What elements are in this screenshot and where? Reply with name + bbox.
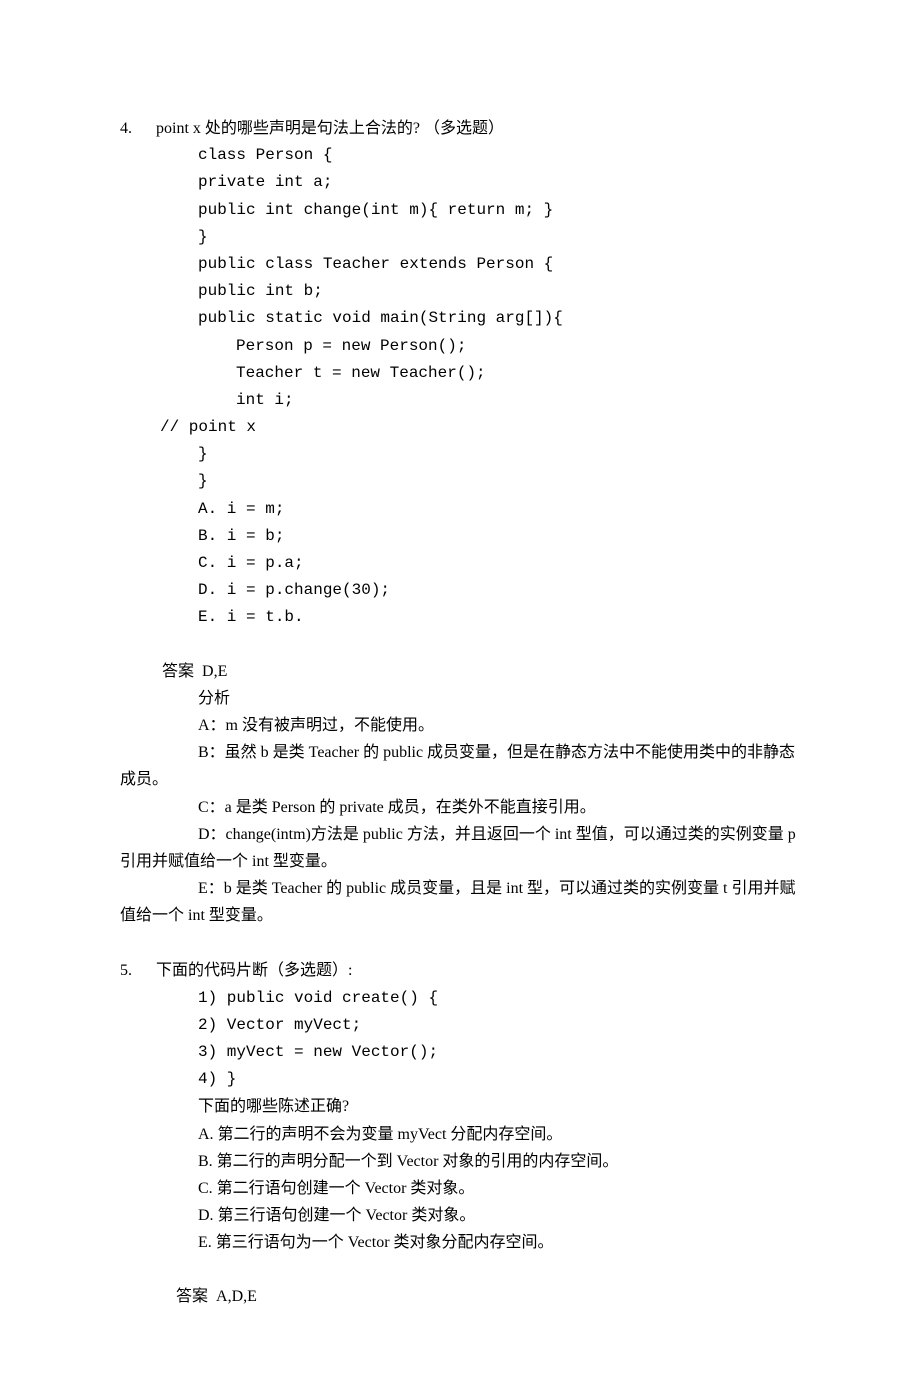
q5-option-a: A. 第二行的声明不会为变量 myVect 分配内存空间。 (198, 1121, 800, 1148)
q4-option-c: C. i = p.a; (198, 550, 800, 577)
q4-analysis-e: E：b 是类 Teacher 的 public 成员变量，且是 int 型，可以… (120, 875, 800, 929)
q5-answer: 答案 A,D,E (176, 1283, 800, 1310)
q5-subprompt: 下面的哪些陈述正确? (198, 1093, 800, 1120)
q4-option-b: B. i = b; (198, 523, 800, 550)
q4-prompt: point x 处的哪些声明是句法上合法的? （多选题） (156, 115, 800, 142)
q4-option-d: D. i = p.change(30); (198, 577, 800, 604)
q4-code-l9: Teacher t = new Teacher(); (236, 360, 800, 387)
q4-header: 4. point x 处的哪些声明是句法上合法的? （多选题） (120, 115, 800, 142)
q5-option-d: D. 第三行语句创建一个 Vector 类对象。 (198, 1202, 800, 1229)
q4-code-l10: int i; (236, 387, 800, 414)
q4-number: 4. (120, 115, 156, 142)
q5-option-c: C. 第二行语句创建一个 Vector 类对象。 (198, 1175, 800, 1202)
q4-analysis-b: B：虽然 b 是类 Teacher 的 public 成员变量，但是在静态方法中… (120, 739, 800, 793)
q4-code-l3: public int change(int m){ return m; } (198, 197, 800, 224)
q4-option-e: E. i = t.b. (198, 604, 800, 631)
q4-code-l5: public class Teacher extends Person { (198, 251, 800, 278)
q5-code-l1: 1) public void create() { (198, 985, 800, 1012)
q5-code-l4: 4) } (198, 1066, 800, 1093)
q5-number: 5. (120, 957, 156, 984)
q5-prompt: 下面的代码片断（多选题）: (156, 957, 800, 984)
q4-option-a: A. i = m; (198, 496, 800, 523)
q4-analysis-d: D：change(intm)方法是 public 方法，并且返回一个 int 型… (120, 821, 800, 875)
q4-code-l6: public int b; (198, 278, 800, 305)
question-5: 5. 下面的代码片断（多选题）: 1) public void create()… (120, 957, 800, 1309)
q4-code-l4: } (198, 224, 800, 251)
q4-analysis-c: C：a 是类 Person 的 private 成员，在类外不能直接引用。 (198, 794, 800, 821)
q4-code-l1: class Person { (198, 142, 800, 169)
q4-analysis-a: A：m 没有被声明过，不能使用。 (198, 712, 800, 739)
q5-code-l3: 3) myVect = new Vector(); (198, 1039, 800, 1066)
q5-header: 5. 下面的代码片断（多选题）: (120, 957, 800, 984)
q5-code-l2: 2) Vector myVect; (198, 1012, 800, 1039)
question-4: 4. point x 处的哪些声明是句法上合法的? （多选题） class Pe… (120, 115, 800, 929)
q5-option-b: B. 第二行的声明分配一个到 Vector 对象的引用的内存空间。 (198, 1148, 800, 1175)
q4-answer-label: 答案 (162, 663, 194, 680)
q4-code-l13: } (198, 468, 800, 495)
q5-option-e: E. 第三行语句为一个 Vector 类对象分配内存空间。 (198, 1229, 800, 1256)
q4-answer-value: D,E (202, 663, 227, 680)
q4-analysis-heading: 分析 (198, 685, 800, 712)
q4-code-l11: // point x (160, 414, 800, 441)
q4-code-l2: private int a; (198, 169, 800, 196)
q4-code-l7: public static void main(String arg[]){ (198, 305, 800, 332)
q4-code-l12: } (198, 441, 800, 468)
q4-answer: 答案 D,E (162, 658, 800, 685)
q4-code-l8: Person p = new Person(); (236, 333, 800, 360)
